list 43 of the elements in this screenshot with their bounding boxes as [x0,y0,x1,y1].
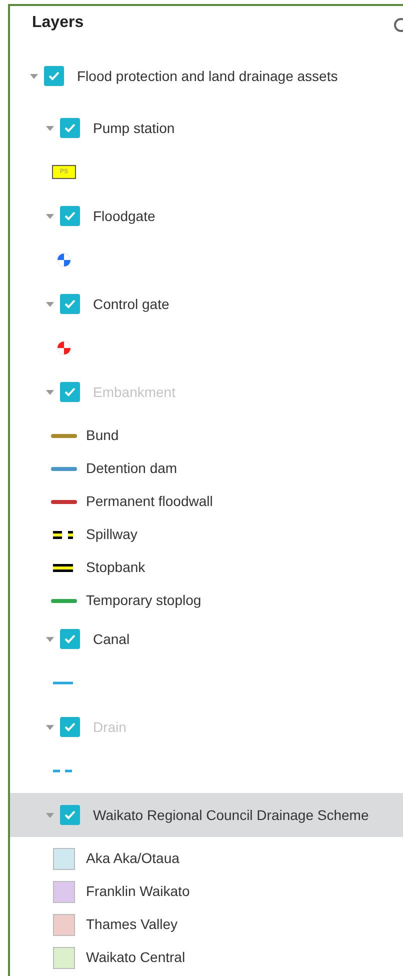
checkmark-icon [64,211,76,221]
caret-icon[interactable] [46,812,54,818]
checkbox[interactable] [60,294,80,314]
layer-label[interactable]: Pump station [93,118,175,138]
checkbox[interactable] [60,805,80,825]
checkmark-icon [64,123,76,133]
panel-title: Layers [32,13,84,33]
legend-label: Aka Aka/Otaua [86,849,180,868]
layer-label[interactable]: Flood protection and land drainage assets [77,66,338,86]
checkbox[interactable] [60,118,80,138]
checkbox[interactable] [60,717,80,737]
ring-icon[interactable] [392,17,403,33]
layer-label[interactable]: Waikato Regional Council Drainage Scheme [93,804,369,826]
legend-label: Stopbank [86,558,146,577]
legend-label: Franklin Waikato [86,882,190,901]
layer-label[interactable]: Control gate [93,294,170,314]
legend-label: Thames Valley [86,915,178,934]
caret-icon[interactable] [46,214,54,218]
checkmark-icon [64,299,76,309]
caret-icon[interactable] [46,724,54,730]
layer-row[interactable]: Waikato Regional Council Drainage Scheme [10,793,403,837]
checkbox[interactable] [60,206,80,226]
checkmark-icon [48,71,60,81]
caret-icon[interactable] [30,74,38,78]
caret-icon[interactable] [46,126,54,130]
legend-label: Temporary stoplog [86,591,202,610]
caret-icon[interactable] [46,390,54,394]
legend-label: Spillway [86,525,138,544]
legend-label: Permanent floodwall [86,492,213,511]
checkmark-icon [64,722,76,732]
checkbox[interactable] [44,66,64,86]
legend-label: Detention dam [86,459,178,478]
checkbox[interactable] [60,382,80,402]
checkbox[interactable] [60,629,80,649]
checkmark-icon [64,810,76,820]
checkmark-icon [64,634,76,644]
legend-label: Waikato Central [86,948,186,967]
checkmark-icon [64,387,76,397]
layer-label[interactable]: Canal [93,628,130,650]
caret-icon[interactable] [46,302,54,306]
caret-icon[interactable] [46,636,54,642]
legend-label: Bund [86,426,119,445]
layer-label[interactable]: Floodgate [93,206,156,226]
